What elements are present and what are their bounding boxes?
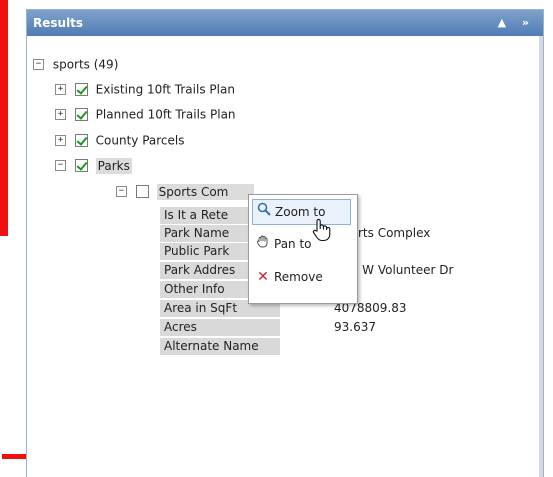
tree-root-label[interactable]: sports (49) (53, 58, 119, 72)
tree-root: − sports (49) (33, 55, 118, 73)
collapse-toggle-icon[interactable]: − (116, 186, 127, 197)
hand-cursor-icon (312, 218, 331, 242)
layer-checkbox[interactable] (74, 108, 88, 121)
tree-layer-planned-trails: + Planned 10ft Trails Plan (55, 105, 236, 123)
layer-label[interactable]: Existing 10ft Trails Plan (96, 83, 235, 97)
feature-checkbox[interactable] (135, 185, 149, 198)
menu-item-label: Pan to (274, 237, 312, 251)
menu-item-zoom-to[interactable]: Zoom to (252, 199, 351, 225)
tree-layer-county-parcels: + County Parcels (55, 131, 185, 149)
magnifier-icon (256, 200, 272, 224)
hand-icon (255, 232, 271, 256)
results-titlebar: Results ▲ » (27, 10, 543, 36)
menu-item-label: Remove (274, 270, 323, 284)
attr-value-park-name: rts Complex (358, 226, 431, 240)
menu-item-remove[interactable]: ✕ Remove (255, 265, 323, 289)
panel-collapse-controls-icon[interactable]: ▲ » (498, 10, 535, 36)
feature-label[interactable]: Sports Com (156, 183, 255, 200)
layer-checkbox[interactable] (74, 159, 88, 172)
panel-title: Results (33, 16, 84, 30)
attr-value-park-address: - W Volunteer Dr (354, 263, 454, 277)
tree-layer-parks: − Parks (55, 156, 132, 174)
layer-checkbox[interactable] (74, 83, 88, 96)
layer-label[interactable]: Planned 10ft Trails Plan (96, 108, 236, 122)
tree-feature-sports-complex: − Sports Com (116, 182, 255, 200)
expand-toggle-icon[interactable]: + (55, 135, 66, 146)
annotation-red-bar (0, 0, 8, 236)
menu-item-label: Zoom to (275, 205, 326, 219)
menu-item-pan-to[interactable]: Pan to (255, 232, 312, 256)
attr-value-acres: 93.637 (334, 320, 376, 334)
layer-label[interactable]: County Parcels (96, 134, 185, 148)
collapse-toggle-icon[interactable]: − (55, 160, 66, 171)
collapse-toggle-icon[interactable]: − (33, 59, 44, 70)
expand-toggle-icon[interactable]: + (55, 109, 66, 120)
attr-name-alternate-name: Alternate Name (160, 338, 280, 355)
tree-layer-existing-trails: + Existing 10ft Trails Plan (55, 80, 235, 98)
x-icon: ✕ (257, 269, 269, 285)
expand-toggle-icon[interactable]: + (55, 84, 66, 95)
layer-label[interactable]: Parks (95, 157, 132, 174)
scrollbar[interactable] (539, 36, 543, 477)
layer-checkbox[interactable] (74, 134, 88, 147)
attr-name-acres: Acres (160, 319, 280, 336)
context-menu: Zoom to Pan to ✕ Remove (248, 194, 358, 304)
